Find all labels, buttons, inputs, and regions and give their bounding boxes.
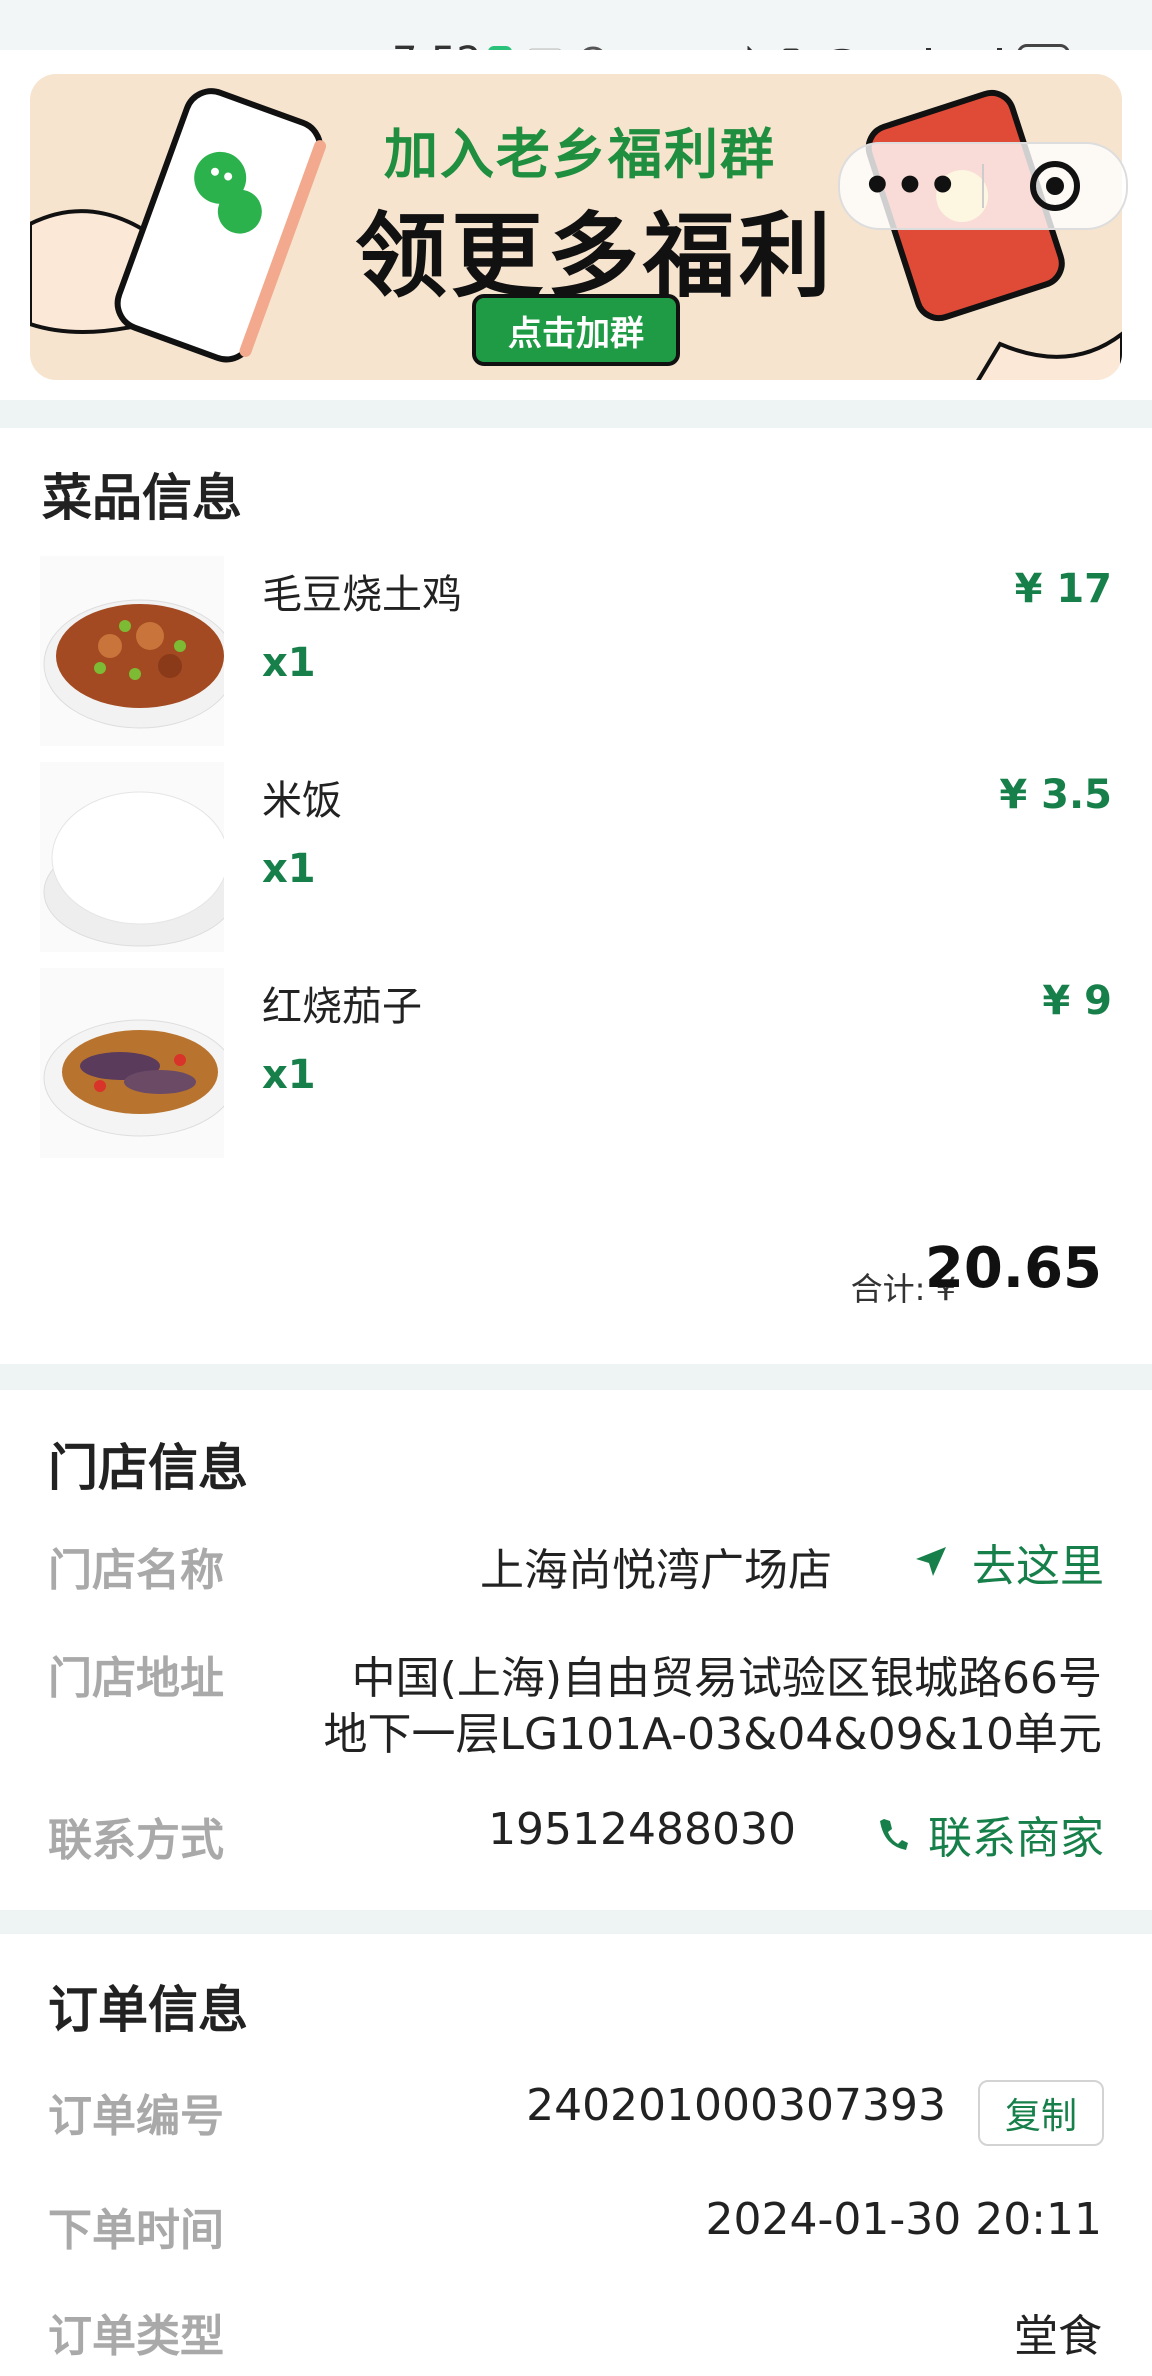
store-address-label: 门店地址 bbox=[48, 1653, 224, 1704]
dish-quantity: x1 bbox=[262, 640, 316, 686]
dish-price: ¥ 17 bbox=[1014, 566, 1112, 612]
dish-name: 毛豆烧土鸡 bbox=[262, 572, 462, 618]
store-name-value: 上海尚悦湾广场店 bbox=[480, 1545, 832, 1596]
store-address-line2: 地下一层LG101A-03&04&09&10单元 bbox=[323, 1709, 1103, 1760]
contact-merchant-label: 联系商家 bbox=[928, 1813, 1104, 1864]
order-time-label: 下单时间 bbox=[48, 2205, 224, 2256]
target-close-icon bbox=[1030, 161, 1080, 211]
phone-wechat-illustration bbox=[30, 88, 327, 363]
copy-button[interactable]: 复制 bbox=[978, 2080, 1104, 2146]
banner-headline: 加入老乡福利群 bbox=[384, 123, 776, 186]
contact-phone: 19512488030 bbox=[488, 1804, 796, 1855]
order-time-value: 2024-01-30 20:11 bbox=[705, 2194, 1103, 2245]
status-bar bbox=[0, 0, 1152, 50]
order-number-label: 订单编号 bbox=[48, 2091, 224, 2142]
navigation-arrow-icon bbox=[916, 1547, 946, 1576]
dish-image bbox=[40, 968, 224, 1158]
navigate-button[interactable]: 去这里 bbox=[914, 1530, 1104, 1594]
dish-image bbox=[40, 556, 224, 746]
store-name-label: 门店名称 bbox=[48, 1545, 224, 1596]
dish-price: ¥ 3.5 bbox=[999, 772, 1112, 818]
more-options-button[interactable]: ••• bbox=[840, 162, 982, 210]
order-type-label: 订单类型 bbox=[48, 2311, 224, 2362]
total-amount: 20.65 bbox=[924, 1236, 1102, 1301]
contact-label: 联系方式 bbox=[48, 1815, 224, 1866]
dishes-section-title: 菜品信息 bbox=[42, 469, 242, 527]
phone-icon bbox=[880, 1819, 908, 1850]
navigate-label: 去这里 bbox=[972, 1541, 1104, 1592]
miniprogram-capsule: ••• bbox=[838, 142, 1128, 230]
store-section-title: 门店信息 bbox=[48, 1439, 248, 1497]
order-number-value: 240201000307393 bbox=[526, 2080, 946, 2131]
contact-merchant-button[interactable]: 联系商家 bbox=[878, 1802, 1104, 1866]
dish-name: 红烧茄子 bbox=[262, 984, 422, 1030]
order-section-title: 订单信息 bbox=[48, 1981, 248, 2039]
dish-name: 米饭 bbox=[262, 778, 342, 824]
dish-quantity: x1 bbox=[262, 1052, 316, 1098]
store-address-line1: 中国(上海)自由贸易试验区银城路66号 bbox=[351, 1653, 1102, 1704]
order-type-value: 堂食 bbox=[1014, 2311, 1102, 2362]
join-group-button[interactable]: 点击加群 bbox=[472, 294, 680, 366]
close-miniprogram-button[interactable] bbox=[984, 158, 1126, 214]
dish-image bbox=[40, 762, 224, 952]
dish-price: ¥ 9 bbox=[1042, 978, 1112, 1024]
dish-quantity: x1 bbox=[262, 846, 316, 892]
